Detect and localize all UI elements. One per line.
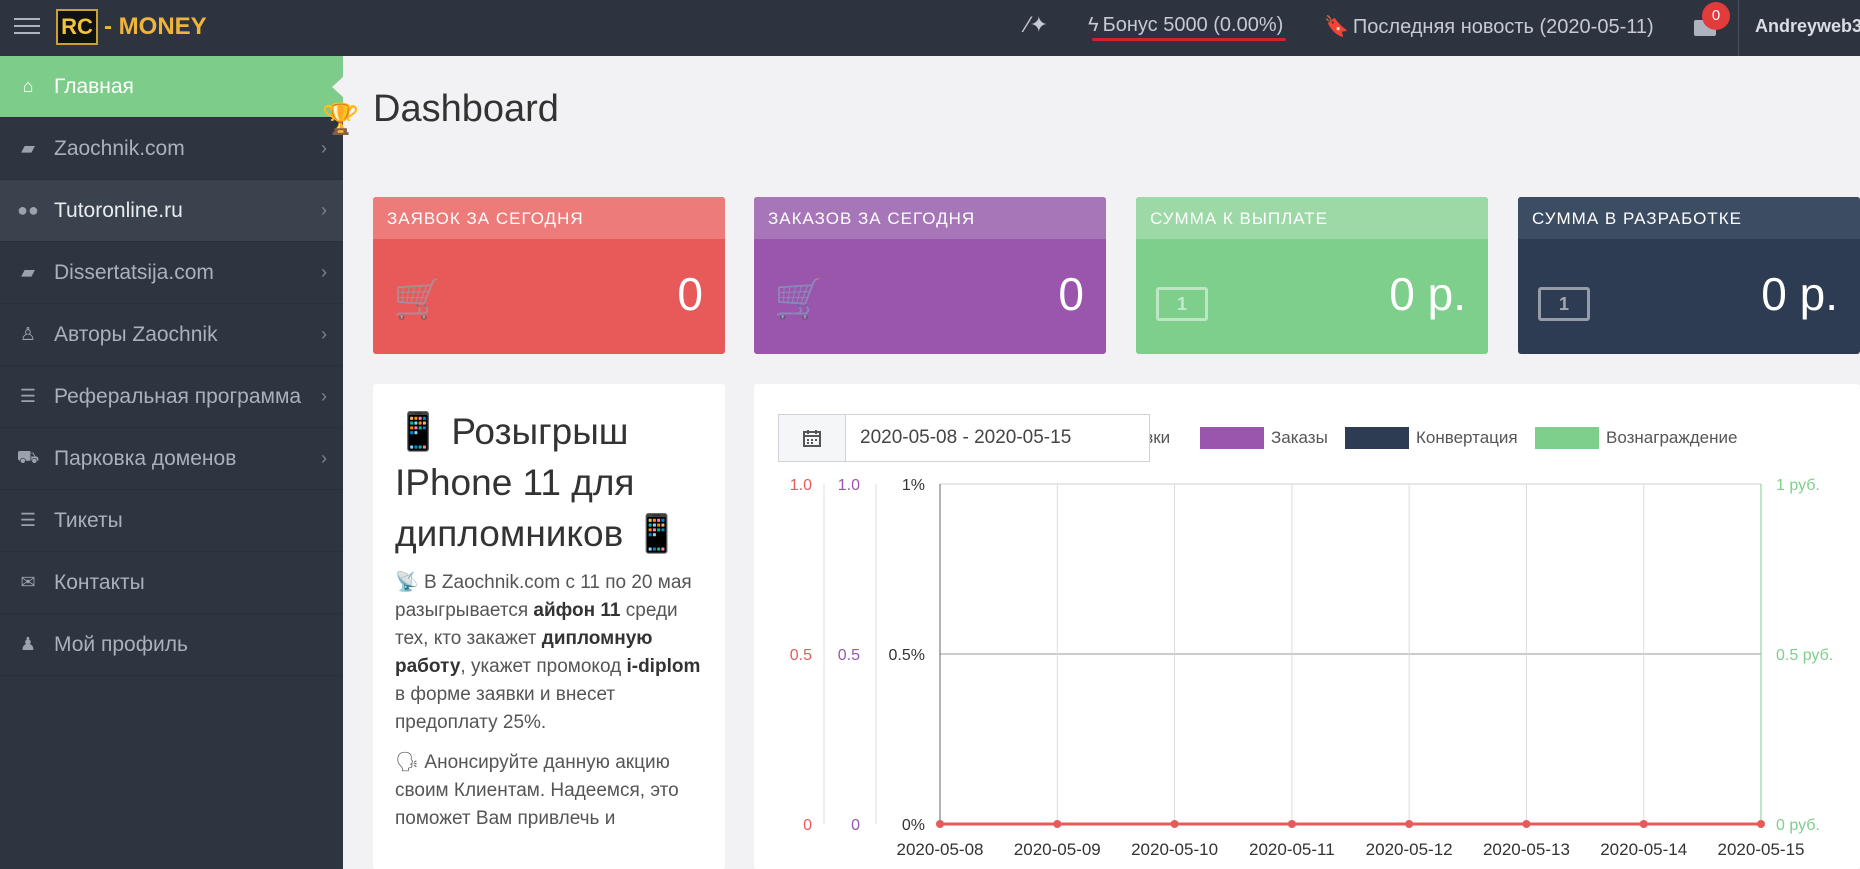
stat-card-header: ЗАКАЗОВ ЗА СЕГОДНЯ — [754, 197, 1106, 239]
megaphone-icon: 📡 — [395, 572, 419, 593]
sidebar-item-label: Реферальная программа — [54, 384, 302, 408]
chevron-right-icon: › — [321, 262, 327, 282]
sidebar-item-tickets[interactable]: ☰ Тикеты — [0, 490, 343, 552]
sidebar-item-label: Парковка доменов — [54, 446, 237, 470]
chevron-right-icon: › — [321, 448, 327, 468]
bonus-link[interactable]: ϟ Бонус 5000 (0.00%) — [1088, 14, 1283, 37]
home-icon: ⌂ — [22, 76, 34, 96]
promo-paragraph: 🗣 Анонсируйте данную акцию своим Клиента… — [395, 749, 703, 833]
users-icon: ●● — [17, 200, 39, 220]
stat-card-development: СУММА В РАЗРАБОТКЕ 1 0 р. — [1518, 197, 1860, 354]
menu-toggle-icon[interactable] — [14, 18, 40, 38]
sidebar-item-label: Авторы Zaochnik — [54, 322, 218, 346]
user-menu[interactable]: Andreyweb3 — [1738, 0, 1860, 56]
list-icon: ☰ — [19, 386, 37, 406]
chevron-right-icon: › — [321, 138, 327, 158]
sidebar-item-home[interactable]: ⌂ Главная — [0, 56, 344, 118]
stat-card-value: 0 — [1058, 268, 1084, 320]
user-icon: ♟ — [19, 634, 37, 654]
money-icon: 1 — [1538, 275, 1590, 321]
magic-wand-icon[interactable]: ⁄✦ — [1026, 12, 1048, 38]
promo-text: , укажет промокод — [460, 656, 627, 677]
chevron-right-icon: › — [321, 386, 327, 406]
cart-icon: 🛒 — [393, 277, 443, 321]
promo-text: Анонсируйте данную акцию своим Клиентам.… — [395, 752, 679, 829]
top-bar: RC - MONEY ⁄✦ ϟ Бонус 5000 (0.00%) 🔖 После… — [0, 0, 1860, 56]
promo-panel: 📱 Розыгрыш IPhone 11 для дипломников 📱 📡… — [373, 384, 725, 869]
sidebar-item-label: Tutoronline.ru — [54, 198, 183, 222]
sidebar-item-authors[interactable]: ♙ Авторы Zaochnik › — [0, 304, 343, 366]
sidebar-item-tutoronline[interactable]: ●● Tutoronline.ru › — [0, 180, 343, 242]
sidebar-item-domains[interactable]: ⛟ Парковка доменов › — [0, 428, 343, 490]
sidebar-item-label: Zaochnik.com — [54, 136, 185, 160]
date-range-picker[interactable]: 2020-05-08 - 2020-05-15 — [778, 414, 1150, 462]
chevron-right-icon: › — [321, 324, 327, 344]
stat-card-value: 0 р. — [1761, 268, 1838, 320]
calendar-icon[interactable] — [779, 415, 846, 461]
stat-card-header: СУММА В РАЗРАБОТКЕ — [1518, 197, 1860, 239]
sidebar-item-contacts[interactable]: ✉ Контакты — [0, 552, 343, 614]
cart-icon: 🛒 — [774, 277, 824, 321]
sidebar-item-zaochnik[interactable]: ▰ Zaochnik.com › — [0, 118, 343, 180]
envelope-icon: ✉ — [20, 572, 36, 592]
sidebar-item-label: Мой профиль — [54, 632, 188, 656]
bolt-icon: ϟ — [1088, 14, 1099, 36]
sidebar-item-label: Главная — [54, 74, 134, 98]
chevron-right-icon: › — [321, 200, 327, 220]
sidebar-item-profile[interactable]: ♟ Мой профиль — [0, 614, 343, 676]
stat-card-requests: ЗАЯВОК ЗА СЕГОДНЯ 🛒 0 — [373, 197, 725, 354]
speaking-head-icon: 🗣 — [395, 752, 420, 773]
stat-card-payout: СУММА К ВЫПЛАТЕ 1 0 р. — [1136, 197, 1488, 354]
phone-icon: 📱 — [633, 513, 680, 554]
news-text: Последняя новость (2020-05-11) — [1352, 16, 1654, 38]
page-title: Dashboard — [373, 88, 559, 130]
bonus-text: Бонус 5000 (0.00%) — [1102, 14, 1284, 36]
stat-card-header: СУММА К ВЫПЛАТЕ — [1136, 197, 1488, 239]
sidebar: ⌂ Главная ▰ Zaochnik.com › ●● Tutoronlin… — [0, 56, 344, 869]
promo-code: i-diplom — [626, 656, 701, 677]
promo-bold: айфон 11 — [533, 600, 621, 621]
stat-card-orders: ЗАКАЗОВ ЗА СЕГОДНЯ 🛒 0 — [754, 197, 1106, 354]
sidebar-item-label: Dissertatsija.com — [54, 260, 214, 284]
phone-icon: 📱 — [395, 411, 442, 452]
promo-paragraph: 📡 В Zaochnik.com с 11 по 20 мая разыгрыв… — [395, 569, 703, 737]
sidebar-item-label: Тикеты — [54, 508, 123, 532]
logo-text: - MONEY — [104, 13, 207, 40]
sidebar-item-dissertatsija[interactable]: ▰ Dissertatsija.com › — [0, 242, 343, 304]
promo-text: в форме заявки и внесет предоплату 25%. — [395, 684, 616, 733]
date-range-value: 2020-05-08 - 2020-05-15 — [860, 427, 1072, 448]
sidebar-item-label: Контакты — [54, 570, 145, 594]
mail-badge: 0 — [1702, 2, 1730, 30]
news-link[interactable]: 🔖 Последняя новость (2020-05-11) — [1324, 14, 1654, 39]
trophy-icon: 🏆 — [322, 103, 360, 136]
book-icon: ▰ — [21, 262, 35, 282]
ticket-icon: ☰ — [19, 510, 37, 530]
bookmark-icon: 🔖 — [1324, 16, 1349, 38]
book-icon: ▰ — [21, 138, 35, 158]
logo-mark: RC — [56, 9, 98, 45]
stat-card-value: 0 р. — [1389, 268, 1466, 320]
truck-icon: ⛟ — [16, 446, 40, 467]
stat-card-header: ЗАЯВОК ЗА СЕГОДНЯ — [373, 197, 725, 239]
sidebar-item-referral[interactable]: ☰ Реферальная программа › — [0, 366, 343, 428]
stat-card-value: 0 — [677, 268, 703, 320]
bonus-underline — [1092, 38, 1286, 41]
promo-title: 📱 Розыгрыш IPhone 11 для дипломников 📱 — [395, 406, 703, 559]
logo[interactable]: RC - MONEY — [56, 8, 207, 46]
money-icon: 1 — [1156, 275, 1208, 321]
person-icon: ♙ — [19, 324, 37, 344]
